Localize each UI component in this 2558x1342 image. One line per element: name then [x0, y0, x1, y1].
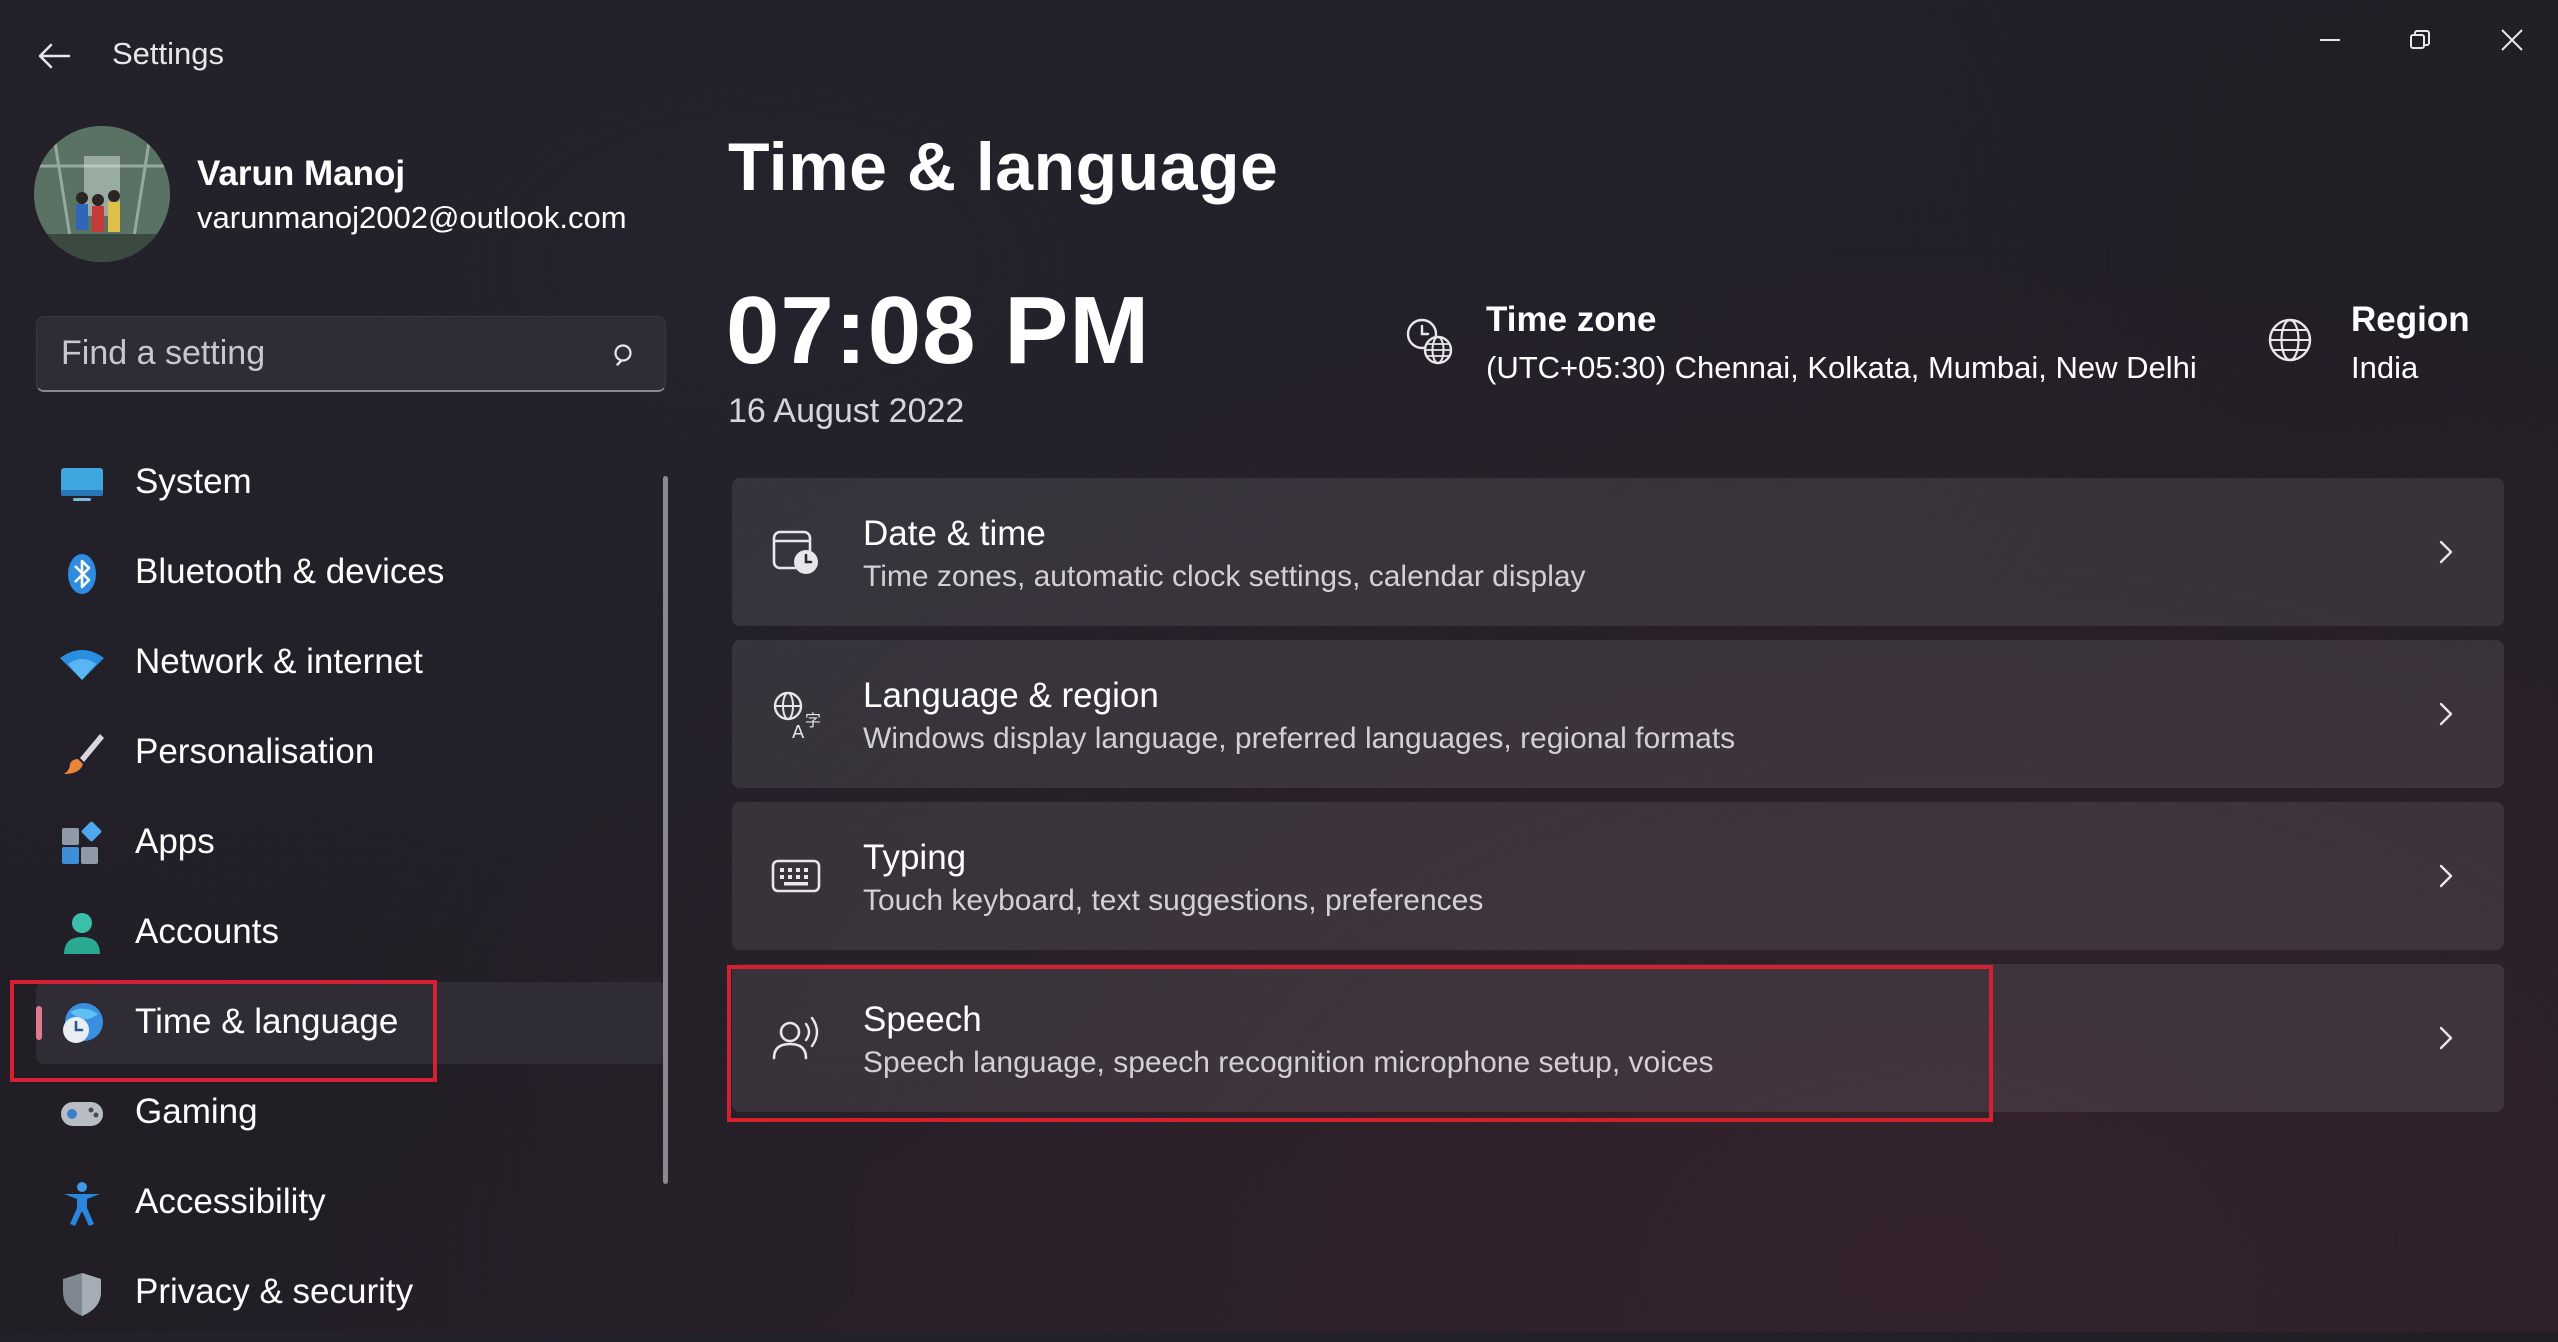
back-button[interactable] — [30, 32, 78, 80]
sidebar-item-gaming[interactable]: Gaming — [36, 1072, 666, 1154]
time-zone-value: (UTC+05:30) Chennai, Kolkata, Mumbai, Ne… — [1486, 350, 2197, 385]
bluetooth-icon — [58, 550, 106, 598]
sidebar-nav: System Bluetooth & devices Network & int… — [36, 442, 666, 1342]
card-title: Language & region — [863, 676, 1159, 715]
search-button[interactable] — [607, 337, 643, 373]
time-zone-icon — [1402, 314, 1454, 366]
settings-cards: Date & time Time zones, automatic clock … — [732, 478, 2504, 1126]
card-title: Date & time — [863, 514, 1046, 553]
sidebar-item-label: Privacy & security — [135, 1272, 414, 1311]
sidebar-item-label: Bluetooth & devices — [135, 552, 445, 591]
apps-icon — [58, 820, 106, 868]
chevron-right-icon — [2428, 858, 2464, 894]
keyboard-icon — [770, 850, 822, 902]
card-title: Typing — [863, 838, 967, 877]
card-language-region[interactable]: A 字 Language & region Windows display la… — [732, 640, 2504, 788]
avatar[interactable] — [34, 126, 170, 262]
current-time: 07:08 PM — [726, 277, 1151, 384]
system-icon — [58, 460, 106, 508]
sidebar-item-apps[interactable]: Apps — [36, 802, 666, 884]
chevron-right-icon — [2428, 696, 2464, 732]
search-input[interactable] — [37, 317, 597, 389]
sidebar-item-network[interactable]: Network & internet — [36, 622, 666, 704]
close-button[interactable] — [2470, 10, 2554, 70]
search-icon — [614, 344, 632, 366]
sidebar-item-label: Accounts — [135, 912, 279, 951]
sidebar-item-label: Personalisation — [135, 732, 375, 771]
sidebar-item-label: Apps — [135, 822, 215, 861]
sidebar-item-label: Accessibility — [135, 1182, 326, 1221]
sidebar-item-label: Gaming — [135, 1092, 258, 1131]
speech-icon — [770, 1012, 822, 1064]
page-title: Time & language — [728, 129, 1279, 205]
brush-icon — [58, 730, 106, 778]
card-speech[interactable]: Speech Speech language, speech recogniti… — [732, 964, 2504, 1112]
restore-icon — [2410, 30, 2430, 49]
minimize-button[interactable] — [2288, 10, 2372, 70]
svg-text:字: 字 — [805, 711, 821, 730]
region-value: India — [2351, 350, 2419, 385]
sidebar-item-privacy[interactable]: Privacy & security — [36, 1252, 666, 1334]
svg-text:A: A — [792, 722, 805, 740]
title-bar: Settings — [0, 0, 2558, 100]
sidebar-item-accounts[interactable]: Accounts — [36, 892, 666, 974]
calendar-clock-icon — [770, 526, 822, 578]
user-name: Varun Manoj — [197, 154, 406, 193]
card-description: Speech language, speech recognition micr… — [863, 1046, 1714, 1079]
sidebar-item-personalisation[interactable]: Personalisation — [36, 712, 666, 794]
language-icon: A 字 — [770, 688, 822, 740]
region-label: Region — [2351, 300, 2470, 339]
time-zone-label: Time zone — [1486, 300, 1657, 339]
time-language-icon — [58, 1000, 106, 1048]
gamepad-icon — [58, 1090, 106, 1138]
card-title: Speech — [863, 1000, 982, 1039]
app-title: Settings — [112, 36, 225, 71]
search-box — [36, 316, 666, 392]
card-description: Windows display language, preferred lang… — [863, 722, 1736, 755]
sidebar-item-system[interactable]: System — [36, 442, 666, 524]
card-typing[interactable]: Typing Touch keyboard, text suggestions,… — [732, 802, 2504, 950]
sidebar-item-accessibility[interactable]: Accessibility — [36, 1162, 666, 1244]
accessibility-icon — [58, 1180, 106, 1228]
avatar-photo — [34, 126, 170, 262]
card-description: Time zones, automatic clock settings, ca… — [863, 560, 1586, 593]
sidebar-item-label: System — [135, 462, 252, 501]
sidebar-item-label: Time & language — [135, 1002, 399, 1041]
accounts-icon — [58, 910, 106, 958]
card-date-time[interactable]: Date & time Time zones, automatic clock … — [732, 478, 2504, 626]
current-date: 16 August 2022 — [728, 392, 965, 430]
shield-icon — [58, 1270, 106, 1318]
card-description: Touch keyboard, text suggestions, prefer… — [863, 884, 1484, 917]
sidebar-item-bluetooth[interactable]: Bluetooth & devices — [36, 532, 666, 614]
sidebar-item-label: Network & internet — [135, 642, 423, 681]
arrow-left-icon — [38, 43, 71, 69]
restore-button[interactable] — [2378, 10, 2462, 70]
selection-indicator — [36, 1006, 42, 1040]
globe-icon — [2264, 314, 2316, 366]
chevron-right-icon — [2428, 1020, 2464, 1056]
minimize-icon — [2320, 39, 2340, 41]
sidebar-item-time-language[interactable]: Time & language — [36, 982, 666, 1064]
wifi-icon — [58, 640, 106, 688]
chevron-right-icon — [2428, 534, 2464, 570]
close-icon — [2501, 29, 2523, 51]
user-email: varunmanoj2002@outlook.com — [197, 200, 627, 235]
sidebar-scrollbar[interactable] — [663, 476, 668, 1184]
